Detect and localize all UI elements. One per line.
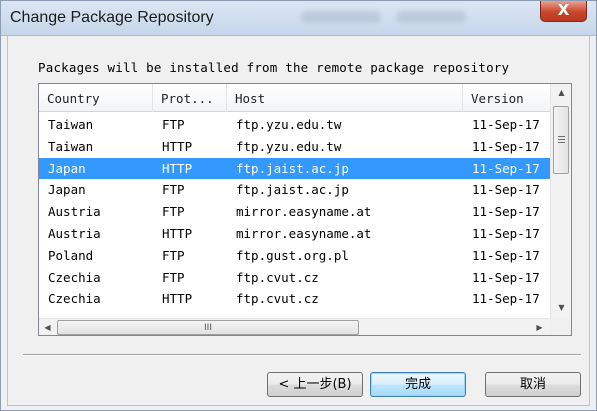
title-bar[interactable]: Change Package Repository X [1, 1, 596, 36]
table-row[interactable]: Austria HTTP mirror.easyname.at 11-Sep-17 [39, 223, 550, 245]
scroll-up-icon[interactable]: ▲ [551, 84, 571, 101]
cell-country: Taiwan [48, 138, 94, 154]
cell-protocol: HTTP [162, 160, 193, 176]
cell-version: 11-Sep-17 [472, 182, 540, 198]
scrollbar-corner [550, 318, 571, 335]
back-button[interactable]: < 上一步(B) [267, 372, 363, 397]
table-row[interactable]: Taiwan FTP ftp.yzu.edu.tw 11-Sep-17 [39, 114, 550, 136]
column-header-host[interactable]: Host [227, 84, 463, 112]
cell-host: ftp.yzu.edu.tw [236, 138, 342, 154]
cell-host: ftp.cvut.cz [236, 269, 319, 285]
scroll-down-icon[interactable]: ▼ [551, 299, 571, 316]
cell-version: 11-Sep-17 [472, 117, 540, 132]
cell-version: 11-Sep-17 [472, 247, 540, 263]
close-icon: X [557, 1, 570, 19]
cell-country: Poland [48, 247, 94, 263]
cell-protocol: FTP [162, 247, 185, 263]
table-row[interactable]: Japan HTTP ftp.jaist.ac.jp 11-Sep-17 [39, 157, 550, 180]
cancel-button[interactable]: 取消 [485, 372, 581, 397]
cell-country: Czechia [48, 291, 101, 307]
scroll-right-icon[interactable]: ▶ [531, 319, 548, 335]
cell-protocol: HTTP [162, 138, 193, 154]
cell-version: 11-Sep-17 [472, 269, 540, 285]
cell-version: 11-Sep-17 [472, 204, 540, 220]
info-text: Packages will be installed from the remo… [38, 60, 510, 75]
cell-country: Japan [48, 160, 86, 176]
cell-protocol: HTTP [162, 226, 193, 241]
column-header-version[interactable]: Version [463, 84, 550, 112]
cell-host: ftp.cvut.cz [236, 291, 319, 307]
cell-protocol: FTP [162, 269, 185, 285]
cell-host: ftp.gust.org.pl [236, 247, 349, 263]
table-row[interactable]: Poland FTP ftp.gust.org.pl 11-Sep-17 [39, 245, 550, 267]
cell-host: ftp.jaist.ac.jp [236, 182, 349, 198]
close-button[interactable]: X [540, 1, 587, 22]
list-header: Country Prot... Host Version [39, 84, 550, 112]
cell-protocol: FTP [162, 204, 185, 220]
cell-version: 11-Sep-17 [472, 160, 540, 176]
cell-version: 11-Sep-17 [472, 291, 540, 307]
cell-version: 11-Sep-17 [472, 138, 540, 154]
table-row[interactable]: Japan FTP ftp.jaist.ac.jp 11-Sep-17 [39, 179, 550, 201]
table-row[interactable]: Czechia HTTP ftp.cvut.cz 11-Sep-17 [39, 288, 550, 310]
horizontal-scrollbar[interactable]: ◀ III ▶ [39, 318, 550, 335]
scroll-grip-icon: III [204, 323, 212, 333]
table-row[interactable]: Taiwan HTTP ftp.yzu.edu.tw 11-Sep-17 [39, 136, 550, 158]
cell-protocol: FTP [162, 182, 185, 198]
blurred-title-text [396, 11, 466, 23]
blurred-title-text [301, 11, 381, 23]
dialog-window: Change Package Repository X Packages wil… [0, 0, 597, 411]
cell-host: mirror.easyname.at [236, 204, 372, 220]
cell-host: ftp.yzu.edu.tw [236, 117, 342, 132]
cell-country: Austria [48, 226, 101, 241]
cell-country: Japan [48, 182, 86, 198]
cell-version: 11-Sep-17 [472, 226, 540, 241]
cell-host: ftp.jaist.ac.jp [236, 160, 349, 176]
cell-country: Austria [48, 204, 101, 220]
cell-country: Taiwan [48, 117, 94, 132]
window-title: Change Package Repository [10, 9, 214, 26]
scroll-left-icon[interactable]: ◀ [39, 319, 56, 335]
separator [23, 354, 581, 356]
cell-protocol: HTTP [162, 291, 193, 307]
vertical-scroll-thumb[interactable] [553, 106, 569, 174]
table-row[interactable]: Austria FTP mirror.easyname.at 11-Sep-17 [39, 201, 550, 223]
finish-button[interactable]: 完成 [370, 372, 466, 397]
column-header-protocol[interactable]: Prot... [153, 84, 227, 112]
cell-host: mirror.easyname.at [236, 226, 372, 241]
horizontal-scroll-thumb[interactable]: III [57, 320, 359, 335]
table-row[interactable]: Czechia FTP ftp.cvut.cz 11-Sep-17 [39, 267, 550, 289]
vertical-scrollbar[interactable]: ▲ ▼ [550, 84, 571, 318]
cell-protocol: FTP [162, 117, 185, 132]
column-header-country[interactable]: Country [39, 84, 153, 112]
repository-list[interactable]: Country Prot... Host Version Taiwan FTP ft… [38, 83, 572, 336]
cell-country: Czechia [48, 269, 101, 285]
